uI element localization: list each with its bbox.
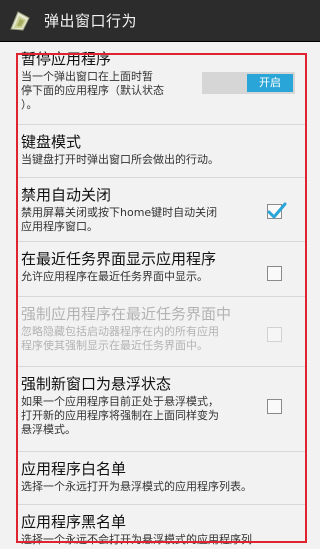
- pref-title: 应用程序黑名单: [21, 513, 127, 531]
- preferences-list[interactable]: 暂停应用程序 当一个弹出窗口在上面时暂 停下面的应用程序（默认状态 ）。 开启 …: [0, 42, 320, 549]
- pref-summary: 选择一个永远不会打开为悬浮模式的应用程序列: [21, 533, 252, 546]
- pref-title: 暂停应用程序: [21, 50, 112, 68]
- pref-summary: 允许应用程序在最近任务界面中显示。: [21, 270, 208, 283]
- page-title: 弹出窗口行为: [44, 12, 138, 30]
- pref-title: 应用程序白名单: [21, 460, 127, 478]
- pref-title: 强制新窗口为悬浮状态: [21, 375, 172, 393]
- pref-title: 强制应用程序在最近任务界面中: [21, 305, 232, 323]
- pref-title: 在最近任务界面显示应用程序: [21, 250, 217, 268]
- pause-apps-toggle[interactable]: 开启: [202, 72, 295, 94]
- pref-app-whitelist[interactable]: 应用程序白名单 选择一个永远打开为悬浮模式的应用程序列表。: [0, 452, 320, 504]
- app-bar: 弹出窗口行为: [0, 0, 320, 42]
- pref-title: 禁用自动关闭: [21, 186, 112, 204]
- pref-summary: 当一个弹出窗口在上面时暂 停下面的应用程序（默认状态 ）。: [21, 70, 164, 111]
- pref-keyboard-mode[interactable]: 键盘模式 当键盘打开时弹出窗口所会做出的行动。: [0, 125, 320, 177]
- pref-summary: 当键盘打开时弹出窗口所会做出的行动。: [21, 153, 219, 166]
- pref-summary: 忽略隐藏包括启动器程序在内的所有应用 程序使其强制显示在最近任务界面中。: [21, 325, 219, 352]
- app-logo-icon[interactable]: [8, 9, 32, 33]
- pref-app-blacklist[interactable]: 应用程序黑名单 选择一个永远不会打开为悬浮模式的应用程序列: [0, 505, 320, 549]
- show-in-recents-checkbox[interactable]: [267, 266, 282, 281]
- pref-summary: 如果一个应用程序目前正处于悬浮模式， 打开新的应用程序将强制在上面同样变为 悬浮…: [21, 395, 219, 436]
- pref-summary: 选择一个永远打开为悬浮模式的应用程序列表。: [21, 480, 252, 493]
- disable-auto-close-checkbox[interactable]: [267, 202, 287, 219]
- force-in-recents-checkbox: [267, 327, 282, 342]
- pref-summary: 禁用屏幕关闭或按下home键时自动关闭 应用程序窗口。: [21, 206, 218, 233]
- check-mark-icon: [267, 202, 287, 219]
- force-floating-checkbox[interactable]: [267, 399, 282, 414]
- toggle-on-label: 开启: [247, 74, 293, 92]
- pref-title: 键盘模式: [21, 133, 82, 151]
